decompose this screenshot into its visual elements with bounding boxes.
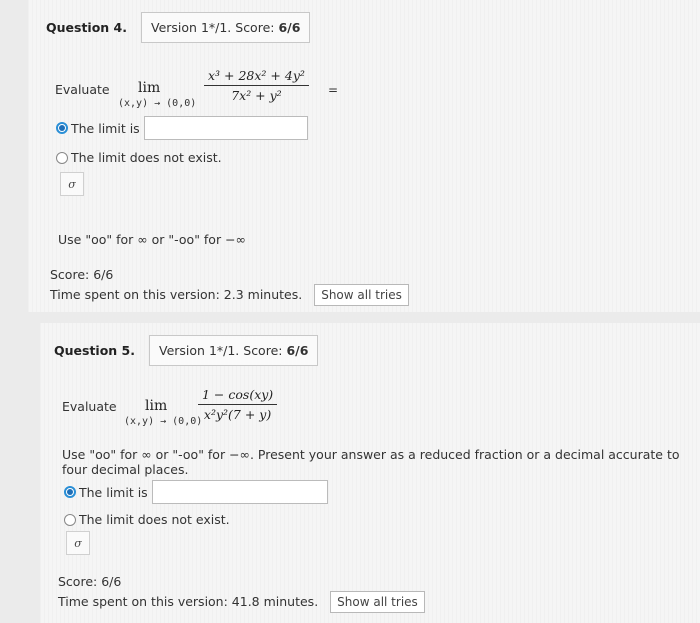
question-4-score-line: Score: 6/6 (50, 267, 114, 282)
question-4-panel: Question 4. Version 1*/1. Score: 6/6 Eva… (28, 0, 700, 312)
question-4-time-line: Time spent on this version: 2.3 minutes. (50, 287, 303, 302)
question-5-denominator: x²y²(7 + y) (203, 407, 272, 422)
question-4-fraction: x³ + 28x² + 4y² 7x² + y² (204, 68, 309, 103)
question-4-score-block: Score: 6/6 Time spent on this version: 2… (50, 266, 409, 306)
question-4-version-label: Version 1*/1. Score: (151, 20, 275, 35)
question-4-show-all-tries-button[interactable]: Show all tries (314, 284, 409, 306)
question-4-option-dne[interactable]: The limit does not exist. (56, 150, 222, 165)
question-4-hint: Use "oo" for ∞ or "-oo" for −∞ (58, 232, 246, 247)
question-4-header: Question 4. Version 1*/1. Score: 6/6 (46, 12, 311, 43)
question-5-version-score: 6/6 (286, 343, 309, 358)
question-4-preview-icon[interactable]: σ (60, 172, 84, 196)
question-5-version-box: Version 1*/1. Score: 6/6 (149, 335, 319, 366)
question-5-version-label: Version 1*/1. Score: (159, 343, 283, 358)
question-4-radio-dne[interactable] (56, 151, 68, 164)
question-4-version-box: Version 1*/1. Score: 6/6 (141, 12, 311, 43)
question-5-show-all-tries-button[interactable]: Show all tries (330, 591, 425, 613)
question-4-numerator: x³ + 28x² + 4y² (204, 68, 309, 86)
question-5-evaluate-label: Evaluate (62, 399, 117, 414)
question-5-lim-operator: lim (145, 398, 168, 414)
question-5-answer-input[interactable] (151, 480, 328, 504)
question-5-panel: Question 5. Version 1*/1. Score: 6/6 Eva… (40, 323, 700, 623)
question-4-time-line-row: Time spent on this version: 2.3 minutes.… (50, 284, 409, 306)
question-5-title: Question 5. (54, 343, 135, 358)
question-4-equals-sign: = (328, 83, 339, 97)
question-5-lim-subscript: (x,y) → (0,0) (124, 416, 203, 427)
question-5-option-dne[interactable]: The limit does not exist. (64, 512, 230, 527)
question-4-option-dne-label: The limit does not exist. (71, 150, 222, 165)
question-5-time-line-row: Time spent on this version: 41.8 minutes… (58, 591, 425, 613)
question-4-title: Question 4. (46, 20, 127, 35)
question-5-option-limit-label: The limit is (79, 484, 148, 500)
question-4-answer-input[interactable] (143, 116, 308, 140)
question-5-hint: Use "oo" for ∞ or "-oo" for −∞. Present … (62, 447, 680, 477)
question-4-option-limit-label: The limit is (71, 120, 140, 136)
question-5-score-line: Score: 6/6 (58, 574, 122, 589)
question-4-radio-limit-selected[interactable] (56, 122, 68, 134)
question-5-radio-limit-selected[interactable] (64, 486, 76, 498)
question-5-radio-dne[interactable] (64, 513, 76, 526)
question-5-score-block: Score: 6/6 Time spent on this version: 4… (58, 573, 425, 613)
question-4-denominator: 7x² + y² (231, 88, 282, 103)
question-5-preview-icon[interactable]: σ (66, 531, 90, 555)
question-5-fraction: 1 − cos(xy) x²y²(7 + y) (198, 387, 278, 422)
question-5-header: Question 5. Version 1*/1. Score: 6/6 (54, 335, 319, 366)
question-4-lim-operator: lim (138, 80, 161, 96)
question-5-option-limit[interactable]: The limit is (64, 480, 328, 504)
question-5-option-dne-label: The limit does not exist. (79, 512, 230, 527)
question-4-evaluate-label: Evaluate (55, 82, 110, 97)
question-5-numerator: 1 − cos(xy) (198, 387, 278, 405)
question-4-version-score: 6/6 (278, 20, 301, 35)
question-4-lim-subscript: (x,y) → (0,0) (118, 98, 197, 109)
question-5-time-line: Time spent on this version: 41.8 minutes… (58, 594, 319, 609)
question-4-option-limit[interactable]: The limit is (56, 116, 308, 140)
